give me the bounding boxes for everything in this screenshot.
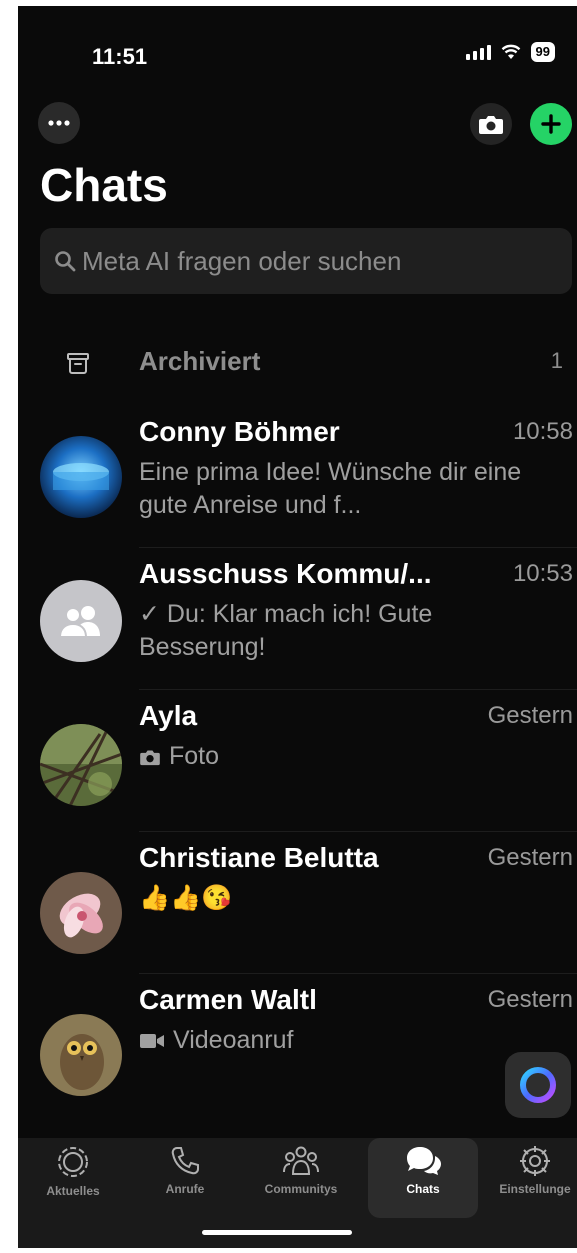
tab-chats[interactable]: Chats	[368, 1138, 478, 1218]
status-indicators: 99	[465, 42, 555, 62]
chat-time: Gestern	[487, 986, 573, 1013]
avatar	[40, 872, 122, 954]
home-indicator	[202, 1230, 352, 1235]
chat-name: Carmen Waltl	[139, 984, 317, 1015]
settings-icon	[520, 1146, 550, 1176]
chat-row-ausschuss[interactable]: Ausschuss Kommu/... 10:53 ✓ Du: Klar mac…	[18, 548, 577, 690]
archived-count: 1	[550, 348, 563, 373]
chat-row-carmen-waltl[interactable]: Carmen Waltl Gestern Videoanruf	[18, 974, 577, 1116]
tab-anrufe[interactable]: Anrufe	[130, 1144, 240, 1212]
phone-icon	[171, 1147, 199, 1175]
tab-label: Anrufe	[165, 1182, 205, 1196]
chat-preview: Videoanruf	[139, 1024, 559, 1057]
camera-button[interactable]	[470, 103, 512, 145]
group-icon	[58, 606, 100, 638]
page-title: Chats	[40, 159, 168, 211]
chat-time: Gestern	[487, 702, 573, 729]
group-avatar	[40, 580, 122, 662]
avatar	[40, 724, 122, 806]
archived-label: Archiviert	[139, 346, 261, 376]
tab-label: Chats	[406, 1182, 440, 1196]
chat-name: Christiane Belutta	[139, 842, 379, 873]
chat-name: Ausschuss Kommu/...	[139, 558, 432, 589]
status-time: 11:51	[92, 44, 148, 69]
updates-icon	[58, 1147, 88, 1177]
tab-einstellungen[interactable]: Einstellunge	[480, 1144, 577, 1212]
chat-time: 10:58	[512, 418, 573, 445]
phone-screen: 11:51 99 Chats Meta AI fragen oder suche…	[18, 6, 577, 1248]
archive-icon	[67, 353, 89, 374]
chat-preview: ✓ Du: Klar mach ich! Gute Besserung!	[139, 598, 559, 664]
tab-aktuelles[interactable]: Aktuelles	[18, 1144, 128, 1212]
chat-row-conny-boehmer[interactable]: Conny Böhmer 10:58 Eine prima Idee! Wüns…	[18, 406, 577, 548]
avatar	[40, 1014, 122, 1096]
tab-communitys[interactable]: Communitys	[246, 1144, 356, 1212]
chat-preview-text: Videoanruf	[173, 1026, 294, 1054]
chat-preview-text: Foto	[169, 742, 220, 770]
meta-ai-ring-icon	[520, 1067, 556, 1103]
video-icon	[140, 1033, 164, 1048]
read-check-icon: ✓	[139, 600, 160, 628]
tab-label: Aktuelles	[46, 1184, 100, 1198]
ellipsis-icon	[48, 120, 70, 126]
tab-label: Einstellunge	[499, 1182, 571, 1196]
new-chat-button[interactable]	[530, 103, 572, 145]
more-options-button[interactable]	[38, 102, 80, 144]
chat-row-ayla[interactable]: Ayla Gestern Foto	[18, 690, 577, 832]
camera-icon	[479, 116, 503, 134]
wifi-icon	[501, 44, 520, 59]
camera-icon	[140, 749, 160, 765]
battery-indicator: 99	[530, 42, 555, 62]
search-icon	[54, 250, 76, 272]
search-input[interactable]: Meta AI fragen oder suchen	[40, 228, 572, 294]
archived-row[interactable]: Archiviert 1	[18, 336, 577, 396]
communities-icon	[283, 1146, 319, 1175]
chat-time: 10:53	[512, 560, 573, 587]
chats-icon	[407, 1147, 441, 1175]
meta-ai-button[interactable]	[505, 1052, 571, 1118]
chat-name: Ayla	[139, 700, 198, 731]
tab-label: Communitys	[264, 1182, 338, 1196]
chat-time: Gestern	[487, 844, 573, 871]
avatar	[40, 436, 122, 518]
plus-icon	[541, 114, 561, 134]
chat-preview-text: Du: Klar mach ich! Gute Besserung!	[139, 600, 433, 661]
chat-row-christiane-belutta[interactable]: Christiane Belutta Gestern 👍👍😘	[18, 832, 577, 974]
chat-preview: 👍👍😘	[139, 884, 233, 912]
signal-icon	[465, 44, 491, 60]
search-placeholder: Meta AI fragen oder suchen	[82, 245, 402, 276]
chat-preview: Foto	[139, 740, 559, 773]
chat-preview: Eine prima Idee! Wünsche dir eine gute A…	[139, 458, 522, 519]
chat-name: Conny Böhmer	[139, 416, 340, 447]
